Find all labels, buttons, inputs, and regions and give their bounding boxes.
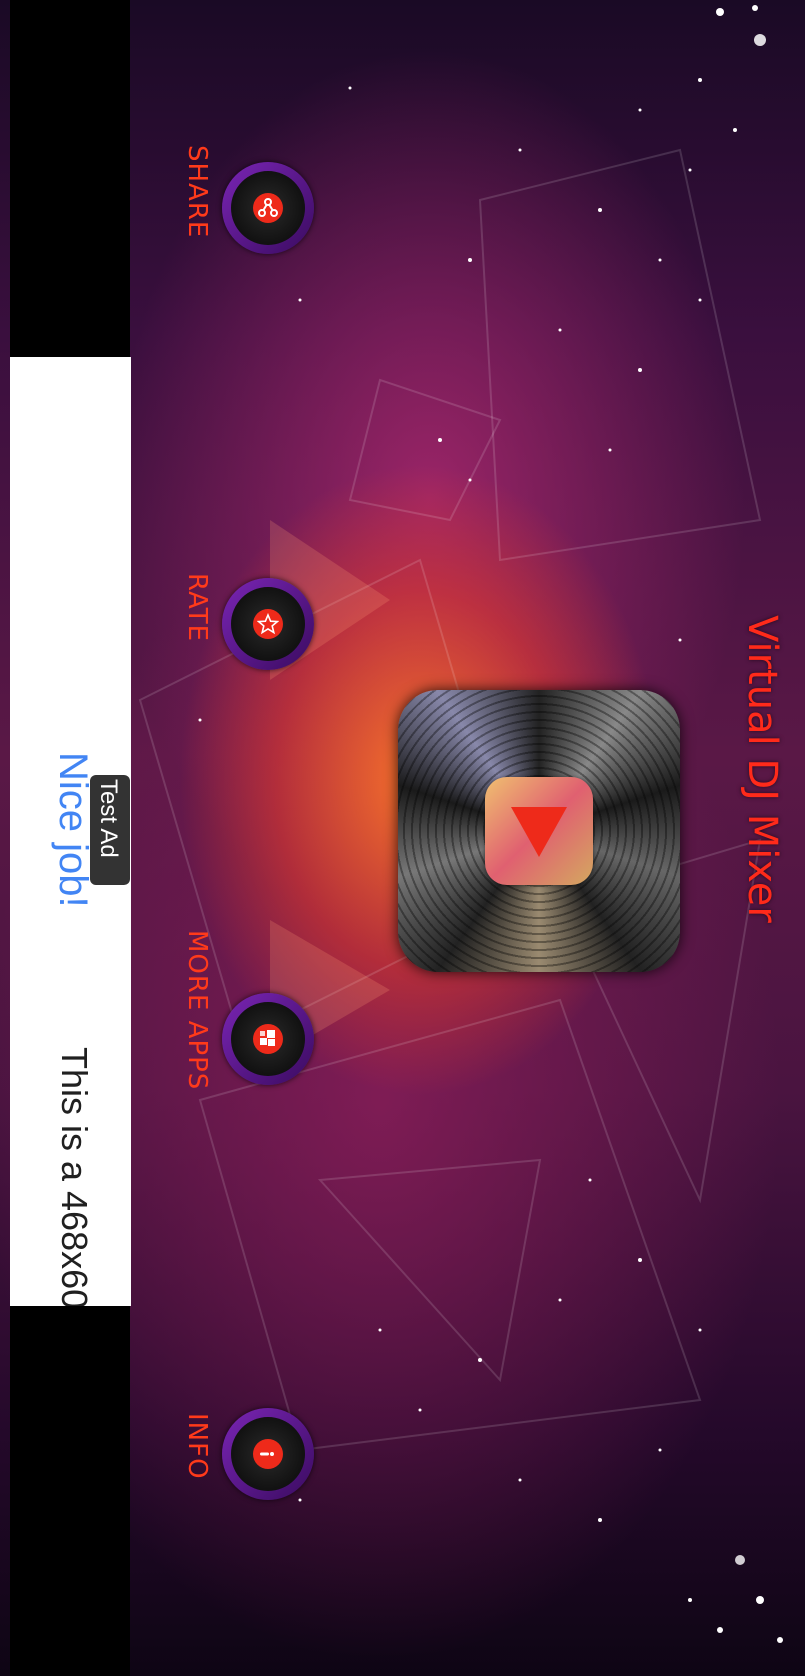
share-icon xyxy=(258,198,278,217)
ad-top-letterbox xyxy=(10,0,130,357)
play-icon xyxy=(511,807,567,857)
play-record-button[interactable] xyxy=(398,690,680,972)
test-ad-label: Test Ad xyxy=(95,779,122,858)
share-button[interactable] xyxy=(222,162,314,254)
ad-title: Nice job! xyxy=(51,752,95,908)
record-label xyxy=(485,777,593,885)
app-title: Virtual DJ Mixer xyxy=(739,615,785,923)
info-button[interactable] xyxy=(222,1408,314,1500)
info-icon xyxy=(260,1452,274,1456)
more-apps-button[interactable] xyxy=(222,993,314,1085)
test-ad-badge: Test Ad xyxy=(90,775,130,885)
rate-label: RATE xyxy=(182,573,212,643)
info-label: INFO xyxy=(182,1413,212,1480)
main-screen: Nice job! This is a 468x60 test ad. Test… xyxy=(0,0,805,1676)
star-icon xyxy=(257,613,279,635)
apps-icon xyxy=(260,1030,275,1046)
share-label: SHARE xyxy=(182,145,212,239)
more-apps-label: MORE APPS xyxy=(182,930,212,1091)
ad-body: This is a 468x60 test ad. xyxy=(54,1047,95,1306)
ad-bottom-letterbox xyxy=(10,1306,130,1676)
rate-button[interactable] xyxy=(222,578,314,670)
